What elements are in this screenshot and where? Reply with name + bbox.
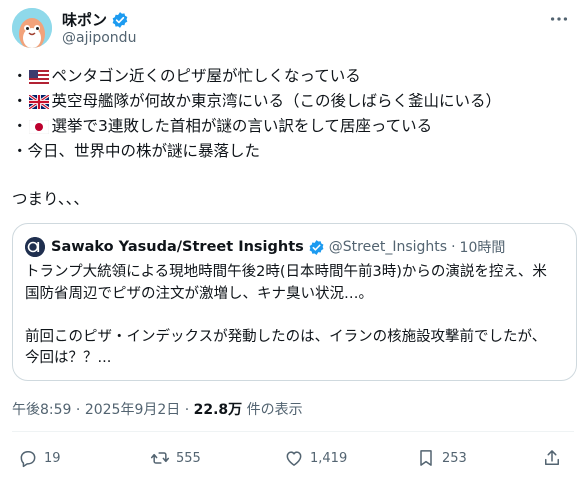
repost-button[interactable]: 555 [150, 448, 201, 468]
post-header: 味ポン @ajipondu [12, 8, 574, 52]
quoted-text-line: 今回は？？... [25, 350, 112, 366]
bookmark-icon [420, 450, 432, 466]
bookmark-count: 253 [442, 450, 467, 466]
more-options-icon[interactable] [544, 8, 574, 32]
post-time[interactable]: 午後8:59 [12, 402, 71, 418]
meta-separator: · [184, 402, 190, 418]
action-bar: 19 555 1,419 253 [12, 448, 574, 474]
jp-flag-icon [28, 119, 49, 134]
quoted-text-line: トランプ大統領による現地時間午後2時(日本時間午前3時)からの演説を控え、米 [25, 264, 547, 280]
verified-badge-icon[interactable] [111, 11, 129, 29]
view-count-label: 件の表示 [246, 402, 303, 418]
view-count[interactable]: 22.8万 [194, 402, 243, 418]
bookmark-button[interactable]: 253 [416, 448, 467, 468]
bullet: ・ [12, 67, 28, 85]
post-line: ・ 今日、世界中の株が謎に暴落した [12, 139, 574, 164]
post-line-text: 英空母艦隊が何故か東京湾にいる（この後しばらく釜山にいる） [51, 92, 502, 110]
post-conclusion: つまり、、、 [12, 190, 89, 208]
post-line: ・ 選挙で3連敗した首相が謎の言い訳をして居座っている [12, 114, 574, 139]
bullet: ・ [12, 117, 28, 135]
avatar-illustration [12, 8, 52, 48]
meta-separator: · [75, 402, 81, 418]
post-meta: 午後8:59 · 2025年9月2日 · 22.8万 件の表示 [12, 399, 303, 419]
post-line-text: ペンタゴン近くのピザ屋が忙しくなっている [51, 67, 361, 85]
quoted-text-line: 国防省周辺でピザの注文が激増し、キナ臭い状況…。 [25, 285, 373, 302]
handle[interactable]: @ajipondu [62, 30, 136, 46]
quoted-post[interactable]: Sawako Yasuda/Street Insights @Street_In… [12, 223, 577, 381]
reply-button[interactable]: 19 [18, 448, 61, 468]
share-icon [545, 450, 559, 465]
quoted-text: トランプ大統領による現地時間午後2時(日本時間午前3時)からの演説を控え、米 国… [25, 262, 564, 370]
repost-icon [150, 452, 170, 464]
avatar[interactable] [12, 8, 52, 48]
share-button[interactable] [542, 448, 562, 468]
post-text: ・ ペンタゴン近くのピザ屋が忙しくなっている ・ 英空母艦隊が何故か東京湾にいる… [12, 64, 574, 164]
display-name[interactable]: 味ポン [62, 9, 107, 30]
bullet: ・ [12, 142, 28, 160]
reply-count: 19 [44, 450, 61, 466]
quoted-post-header: Sawako Yasuda/Street Insights @Street_In… [25, 236, 564, 258]
post-line-text: 選挙で3連敗した首相が謎の言い訳をして居座っている [51, 117, 433, 135]
quoted-separator: · [451, 239, 456, 255]
quoted-avatar[interactable] [25, 237, 45, 257]
us-flag-icon [28, 69, 49, 84]
post-line-text: 今日、世界中の株が謎に暴落した [27, 142, 261, 160]
post-line: ・ ペンタゴン近くのピザ屋が忙しくなっている [12, 64, 574, 89]
like-count: 1,419 [310, 450, 348, 466]
reply-icon [20, 451, 36, 468]
quoted-time[interactable]: 10時間 [460, 237, 506, 257]
verified-badge-icon[interactable] [308, 239, 325, 256]
uk-flag-icon [28, 94, 49, 109]
divider [12, 431, 574, 432]
quoted-handle[interactable]: @Street_Insights [329, 239, 447, 255]
like-button[interactable]: 1,419 [284, 448, 347, 468]
quoted-text-line: 前回このピザ・インデックスが発動したのは、イランの核施設攻撃前でしたが、 [25, 328, 547, 345]
post-date[interactable]: 2025年9月2日 [85, 402, 180, 418]
heart-icon [286, 451, 302, 466]
bullet: ・ [12, 92, 28, 110]
repost-count: 555 [176, 450, 201, 466]
post-line: ・ 英空母艦隊が何故か東京湾にいる（この後しばらく釜山にいる） [12, 89, 574, 114]
quoted-display-name[interactable]: Sawako Yasuda/Street Insights [51, 239, 304, 255]
